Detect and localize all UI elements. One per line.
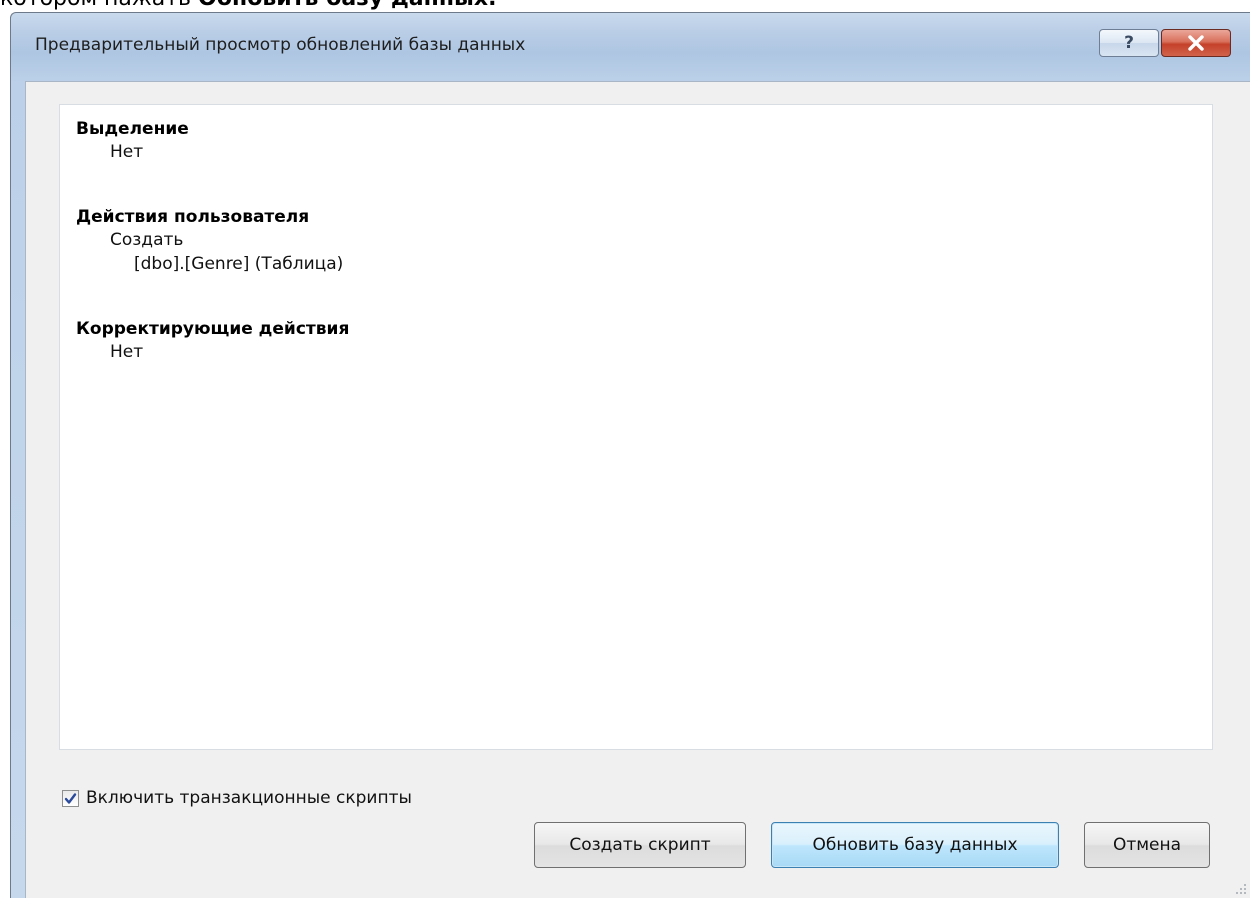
section-title-selection: Выделение: [76, 119, 189, 139]
dialog-client-area: Выделение Нет Действия пользователя Созд…: [25, 81, 1250, 898]
context-instruction-text: котором нажать Обновить базу данных.: [0, 0, 496, 11]
section-subitem-genre-table: [dbo].[Genre] (Таблица): [134, 254, 344, 274]
close-button[interactable]: [1161, 29, 1231, 57]
dialog-titlebar[interactable]: Предварительный просмотр обновлений базы…: [11, 13, 1250, 83]
section-item-corrective-none: Нет: [110, 342, 144, 362]
help-button[interactable]: ?: [1099, 29, 1159, 57]
preview-dialog: Предварительный просмотр обновлений базы…: [10, 12, 1250, 898]
context-text-prefix: котором нажать: [0, 0, 198, 11]
section-title-user-actions: Действия пользователя: [76, 207, 310, 227]
cancel-button[interactable]: Отмена: [1084, 822, 1210, 868]
include-transactional-scripts-label: Включить транзакционные скрипты: [86, 788, 412, 808]
close-icon: [1188, 35, 1204, 51]
create-script-button[interactable]: Создать скрипт: [534, 822, 746, 868]
checkmark-icon: [64, 792, 77, 804]
context-text-bold: Обновить базу данных.: [198, 0, 496, 11]
section-item-selection-none: Нет: [110, 142, 144, 162]
section-title-corrective-actions: Корректирующие действия: [76, 319, 350, 339]
preview-panel: Выделение Нет Действия пользователя Созд…: [59, 104, 1213, 750]
section-item-create: Создать: [110, 230, 184, 250]
update-database-button[interactable]: Обновить базу данных: [771, 822, 1059, 868]
include-transactional-scripts-option[interactable]: Включить транзакционные скрипты: [62, 788, 412, 808]
dialog-title: Предварительный просмотр обновлений базы…: [35, 35, 526, 55]
include-transactional-scripts-checkbox[interactable]: [62, 789, 79, 807]
resize-grip-icon[interactable]: [1233, 881, 1247, 895]
help-icon: ?: [1124, 33, 1134, 53]
